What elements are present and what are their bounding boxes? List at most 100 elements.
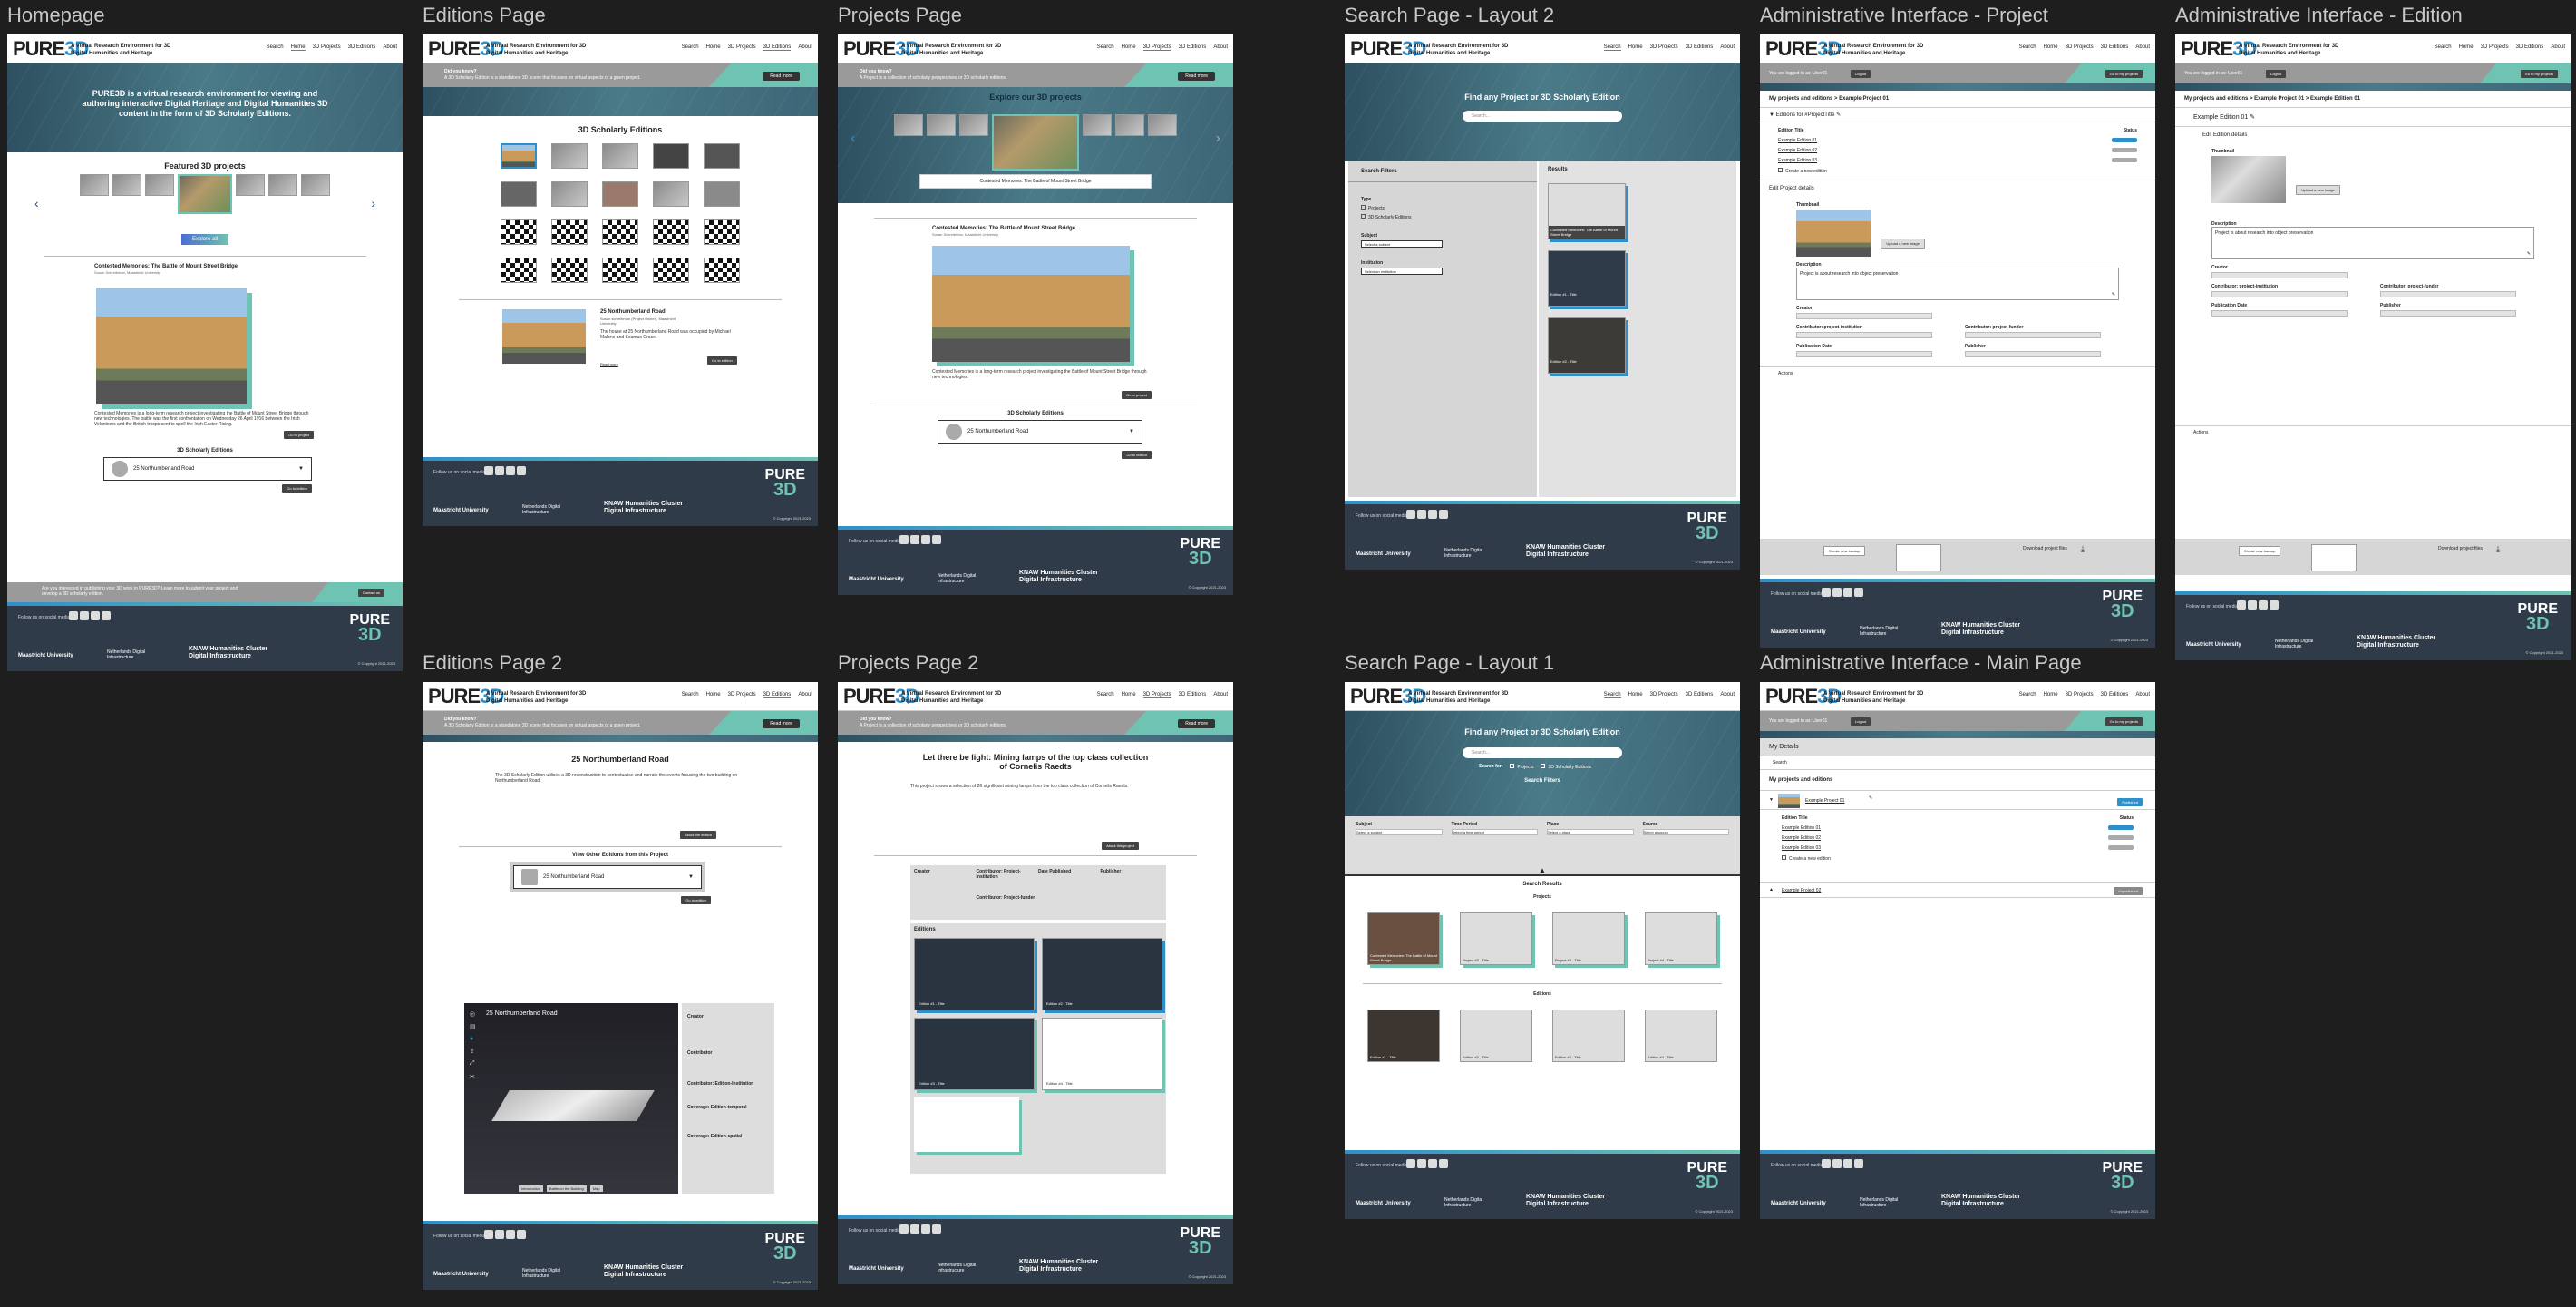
- x-icon[interactable]: [1832, 1159, 1842, 1168]
- carousel-thumb-active[interactable]: [178, 174, 232, 214]
- instagram-icon[interactable]: [1843, 1159, 1852, 1168]
- whatsapp-icon[interactable]: [1854, 588, 1863, 597]
- institution-select[interactable]: Select an institution: [1361, 268, 1443, 275]
- edition-card[interactable]: Edition #2 - Title: [1042, 938, 1162, 1010]
- place-select[interactable]: Select a place: [1547, 829, 1634, 835]
- nav-about[interactable]: About: [1213, 692, 1228, 698]
- nav-home[interactable]: Home: [1628, 692, 1643, 698]
- edition-link[interactable]: Example Edition 01: [1782, 825, 1821, 831]
- nav-home[interactable]: Home: [2044, 44, 2058, 50]
- go-to-edition-button[interactable]: Go to edition: [282, 484, 312, 493]
- search-input[interactable]: Search...: [1463, 747, 1622, 758]
- nav-search[interactable]: Search: [1603, 44, 1621, 51]
- edition-tile[interactable]: [501, 258, 537, 283]
- facebook-icon[interactable]: [1822, 588, 1831, 597]
- nav-home[interactable]: Home: [1122, 44, 1136, 51]
- nav-projects[interactable]: 3D Projects: [728, 44, 756, 51]
- project-card[interactable]: Contested Memories: The Battle of Mount …: [1367, 912, 1440, 965]
- nav-editions[interactable]: 3D Editions: [763, 44, 792, 51]
- whatsapp-icon[interactable]: [1439, 1159, 1448, 1168]
- edition-tile[interactable]: [653, 258, 689, 283]
- nav-projects[interactable]: 3D Projects: [1142, 692, 1171, 698]
- viewer-tab[interactable]: Battle on the Building: [546, 1185, 587, 1192]
- nav-about[interactable]: About: [798, 692, 812, 698]
- edition-tile[interactable]: [704, 258, 740, 283]
- edition-tile[interactable]: [704, 181, 740, 207]
- edit-icon[interactable]: ✎: [2250, 114, 2255, 121]
- project-row[interactable]: ▼ Example Project 01 ✎ Published: [1760, 790, 2155, 810]
- viewer-tab[interactable]: Introduction: [519, 1185, 543, 1192]
- nav-home[interactable]: Home: [290, 44, 306, 51]
- nav-home[interactable]: Home: [706, 44, 721, 51]
- facebook-icon[interactable]: [899, 1224, 909, 1234]
- create-backup-button[interactable]: Create new backup: [1823, 546, 1866, 556]
- read-more-button[interactable]: Read more: [763, 72, 800, 81]
- edition-tile[interactable]: [653, 219, 689, 245]
- nav-about[interactable]: About: [383, 44, 397, 51]
- project-card[interactable]: Project #2 - Title: [1460, 912, 1532, 965]
- home-icon[interactable]: ◎: [470, 1010, 476, 1018]
- search-input[interactable]: Search...: [1463, 111, 1622, 122]
- nav-search[interactable]: Search: [682, 692, 699, 698]
- instagram-icon[interactable]: [2259, 600, 2268, 610]
- edition-select[interactable]: 25 Northumberland Road ▼: [103, 457, 312, 481]
- edition-card[interactable]: Edition #3 - Title: [914, 1018, 1035, 1090]
- zoom-icon[interactable]: ⤢: [470, 1060, 476, 1068]
- nav-projects[interactable]: 3D Projects: [2066, 692, 2094, 697]
- contributor-institution-field[interactable]: [1796, 332, 1932, 338]
- edition-tile[interactable]: [501, 219, 537, 245]
- whatsapp-icon[interactable]: [1439, 510, 1448, 519]
- contact-button[interactable]: Contact us: [357, 589, 384, 597]
- nav-search[interactable]: Search: [267, 44, 284, 51]
- nav-editions[interactable]: 3D Editions: [1686, 44, 1714, 51]
- nav-editions[interactable]: 3D Editions: [1179, 692, 1207, 698]
- instagram-icon[interactable]: [1843, 588, 1852, 597]
- edition-tile[interactable]: [653, 181, 689, 207]
- instagram-icon[interactable]: [921, 535, 930, 544]
- edition-card[interactable]: Edition #4 - Title: [1645, 1010, 1717, 1062]
- nav-home[interactable]: Home: [2459, 44, 2474, 50]
- subject-select[interactable]: Select a subject: [1361, 240, 1443, 248]
- nav-search[interactable]: Search: [2435, 44, 2452, 50]
- nav-about[interactable]: About: [2135, 44, 2150, 50]
- nav-home[interactable]: Home: [2044, 692, 2058, 697]
- add-icon[interactable]: [1782, 855, 1786, 860]
- download-icon[interactable]: ⤓: [2496, 544, 2500, 554]
- edition-card[interactable]: Edition #2 - Title: [1460, 1010, 1532, 1062]
- create-edition-link[interactable]: Create a new edition: [1789, 856, 1831, 862]
- instagram-icon[interactable]: [506, 466, 515, 475]
- edition-tile[interactable]: [602, 219, 638, 245]
- carousel-next-icon[interactable]: ›: [371, 196, 375, 210]
- edit-icon[interactable]: ✎: [1836, 112, 1841, 118]
- edition-card[interactable]: Edition #1 - Title: [1367, 1010, 1440, 1062]
- subject-select[interactable]: Select a subject: [1356, 829, 1443, 835]
- nav-search[interactable]: Search: [682, 44, 699, 51]
- info-icon[interactable]: ●: [470, 1036, 476, 1042]
- chevron-up-icon[interactable]: ▲: [1769, 887, 1774, 892]
- project-card[interactable]: Project #3 - Title: [1552, 912, 1625, 965]
- tools-icon[interactable]: ✂: [470, 1073, 476, 1080]
- edition-tile[interactable]: [501, 143, 537, 169]
- x-icon[interactable]: [2248, 600, 2257, 610]
- edition-link[interactable]: Example Edition 02: [1778, 148, 1817, 153]
- contributor-funder-field[interactable]: [1965, 332, 2101, 338]
- nav-home[interactable]: Home: [706, 692, 721, 698]
- nav-projects[interactable]: 3D Projects: [1650, 44, 1678, 51]
- carousel-next-icon[interactable]: ›: [1216, 131, 1220, 147]
- admin-search-input[interactable]: Search: [1760, 756, 2155, 770]
- nav-projects[interactable]: 3D Projects: [2481, 44, 2509, 50]
- edition-tile[interactable]: [551, 181, 588, 207]
- nav-projects[interactable]: 3D Projects: [728, 692, 756, 698]
- upload-image-button[interactable]: Upload a new image: [2296, 185, 2340, 195]
- backup-list[interactable]: [1896, 544, 1941, 571]
- nav-search[interactable]: Search: [2019, 692, 2036, 697]
- whatsapp-icon[interactable]: [102, 611, 111, 620]
- nav-about[interactable]: About: [1720, 692, 1735, 698]
- facebook-icon[interactable]: [1406, 510, 1415, 519]
- carousel-thumb[interactable]: [236, 174, 265, 196]
- add-icon[interactable]: [1778, 168, 1783, 172]
- description-field[interactable]: Project is about research into object pr…: [2211, 227, 2534, 259]
- edition-tile[interactable]: [653, 143, 689, 169]
- nav-projects[interactable]: 3D Projects: [313, 44, 341, 51]
- edition-card[interactable]: Edition #4 - Title: [1042, 1018, 1162, 1090]
